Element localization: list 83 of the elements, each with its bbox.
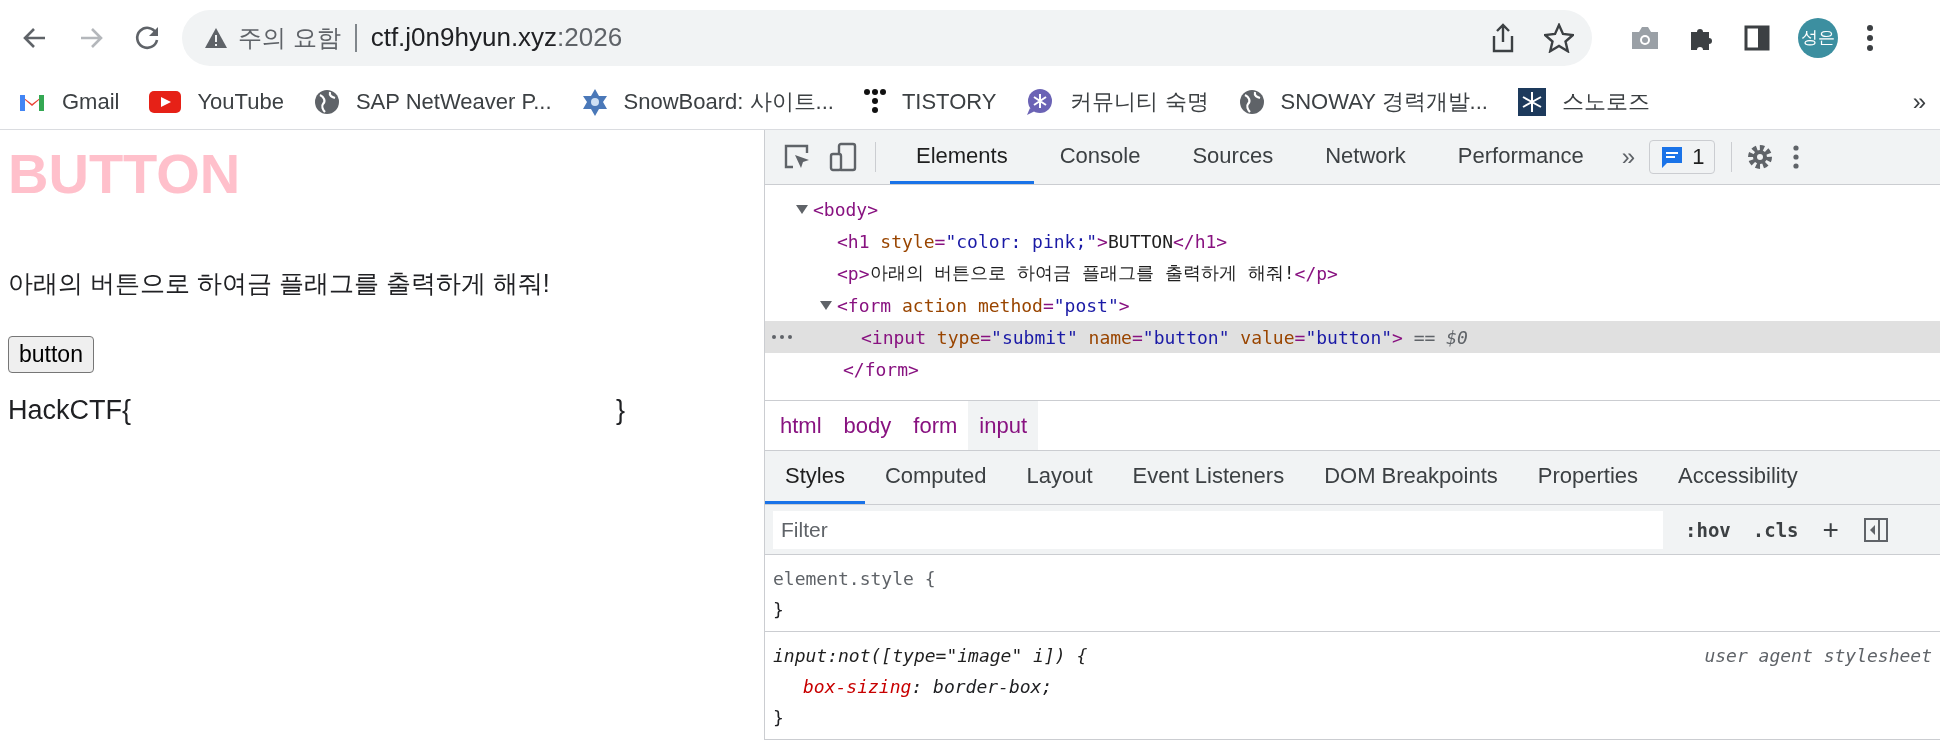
cls-button[interactable]: .cls (1752, 518, 1799, 541)
breadcrumb[interactable]: html (769, 401, 833, 450)
bookmark-label: YouTube (197, 89, 284, 115)
message-icon (1660, 145, 1685, 169)
globe-icon (1238, 89, 1265, 115)
css-property: box-sizing (803, 676, 912, 697)
bookmark[interactable]: YouTube (149, 89, 284, 115)
page-heading: BUTTON (8, 141, 242, 207)
dom-node-line[interactable]: <p>아래의 버튼으로 하여금 플래그를 출력하게 해줘!</p> (765, 257, 1940, 289)
hov-button[interactable]: :hov (1685, 518, 1731, 541)
page-paragraph: 아래의 버튼으로 하여금 플래그를 출력하게 해줘! (8, 268, 551, 300)
filter-field[interactable]: Filter (773, 510, 1663, 549)
submit-button[interactable]: button (8, 336, 94, 374)
bookmark[interactable]: Gmail (18, 89, 120, 115)
chat-bubble-icon (1026, 88, 1055, 116)
bookmark-star-icon[interactable] (1544, 22, 1574, 53)
more-icon[interactable] (1866, 23, 1874, 52)
bookmark-label: SAP NetWeaver P... (355, 89, 552, 115)
more-tabs-button[interactable]: » (1621, 130, 1636, 184)
security-label: 주의 요함 (238, 22, 341, 53)
url-host: ctf.j0n9hyun.xyz (370, 22, 558, 53)
bookmark-label: 스노로즈 (1561, 88, 1650, 116)
settings-icon[interactable] (1746, 143, 1775, 171)
profile-avatar[interactable]: 성은 (1798, 17, 1838, 58)
rule-source: user agent stylesheet (1704, 645, 1932, 666)
flag-suffix: } (616, 395, 626, 427)
expanded-triangle-icon[interactable] (819, 298, 833, 312)
url-port: :2026 (557, 22, 623, 53)
share-icon[interactable] (1490, 22, 1516, 53)
ellipsis-icon (771, 334, 793, 340)
rule-close-brace: } (773, 599, 784, 620)
flag-prefix: HackCTF{ (8, 395, 132, 427)
bookmark-label: SnowBoard: 사이트... (623, 88, 834, 116)
styles-pane-tab[interactable]: Properties (1517, 451, 1659, 504)
warning-icon (204, 26, 228, 49)
dom-node-line[interactable]: <form action method="post"> (765, 289, 1940, 321)
camera-icon[interactable] (1630, 24, 1660, 51)
issues-count: 1 (1692, 144, 1705, 170)
css-value: : border-box; (911, 676, 1053, 697)
address-bar[interactable]: 주의 요함 ctf.j0n9hyun.xyz:2026 (182, 9, 1592, 66)
bookmark[interactable]: TISTORY (863, 89, 997, 115)
dom-node-line[interactable]: </form> (765, 353, 1940, 385)
devtools-tab[interactable]: Elements (890, 130, 1034, 184)
bookmark[interactable]: 스노로즈 (1517, 87, 1650, 117)
styles-pane-tab[interactable]: Accessibility (1658, 451, 1818, 504)
bookmark-label: Gmail (62, 89, 120, 115)
bookmark[interactable]: SNOWAY 경력개발... (1238, 87, 1488, 117)
more-bookmarks-button[interactable]: » (1912, 88, 1926, 116)
bookmark-label: TISTORY (901, 89, 997, 115)
bookmark-label: 커뮤니티 숙명 (1070, 88, 1209, 116)
sidebar-toggle-icon[interactable] (1862, 516, 1889, 543)
dom-node-line[interactable]: <body> (765, 193, 1940, 225)
breadcrumb[interactable]: form (902, 401, 969, 450)
device-icon[interactable] (829, 142, 857, 172)
devtools-tab[interactable]: Performance (1431, 130, 1610, 184)
side-panel-icon[interactable] (1744, 24, 1770, 51)
issues-button[interactable]: 1 (1649, 140, 1716, 174)
bookmark[interactable]: 커뮤니티 숙명 (1026, 87, 1209, 117)
bookmark-label: SNOWAY 경력개발... (1280, 88, 1488, 116)
styles-pane-tab[interactable]: Event Listeners (1112, 451, 1305, 504)
devtools-tab[interactable]: Console (1033, 130, 1167, 184)
devtools-tab[interactable]: Sources (1166, 130, 1300, 184)
expanded-triangle-icon[interactable] (795, 202, 809, 216)
more-icon[interactable] (1792, 144, 1801, 170)
new-rule-button[interactable]: + (1822, 513, 1839, 546)
star-icon (581, 88, 608, 116)
styles-pane-tab[interactable]: DOM Breakpoints (1304, 451, 1518, 504)
globe-icon (313, 89, 340, 115)
inspect-icon[interactable] (783, 143, 811, 171)
styles-pane-tab[interactable]: Layout (1006, 451, 1113, 504)
breadcrumb[interactable]: body (832, 401, 903, 450)
bookmark[interactable]: SnowBoard: 사이트... (581, 87, 834, 117)
snowflake-icon (1517, 88, 1546, 116)
rule-close-brace: } (773, 707, 784, 728)
styles-pane-tab[interactable]: Computed (864, 451, 1007, 504)
devtools-tab[interactable]: Network (1299, 130, 1432, 184)
dom-node-line[interactable]: <h1 style="color: pink;">BUTTON</h1> (765, 225, 1940, 257)
breadcrumb[interactable]: input (968, 401, 1038, 450)
css-selector: input:not([type="image" i]) { (773, 645, 1088, 666)
css-selector: element.style { (773, 568, 936, 589)
bookmark[interactable]: SAP NetWeaver P... (313, 89, 552, 115)
play-icon (149, 91, 182, 113)
dots-icon (863, 89, 886, 115)
